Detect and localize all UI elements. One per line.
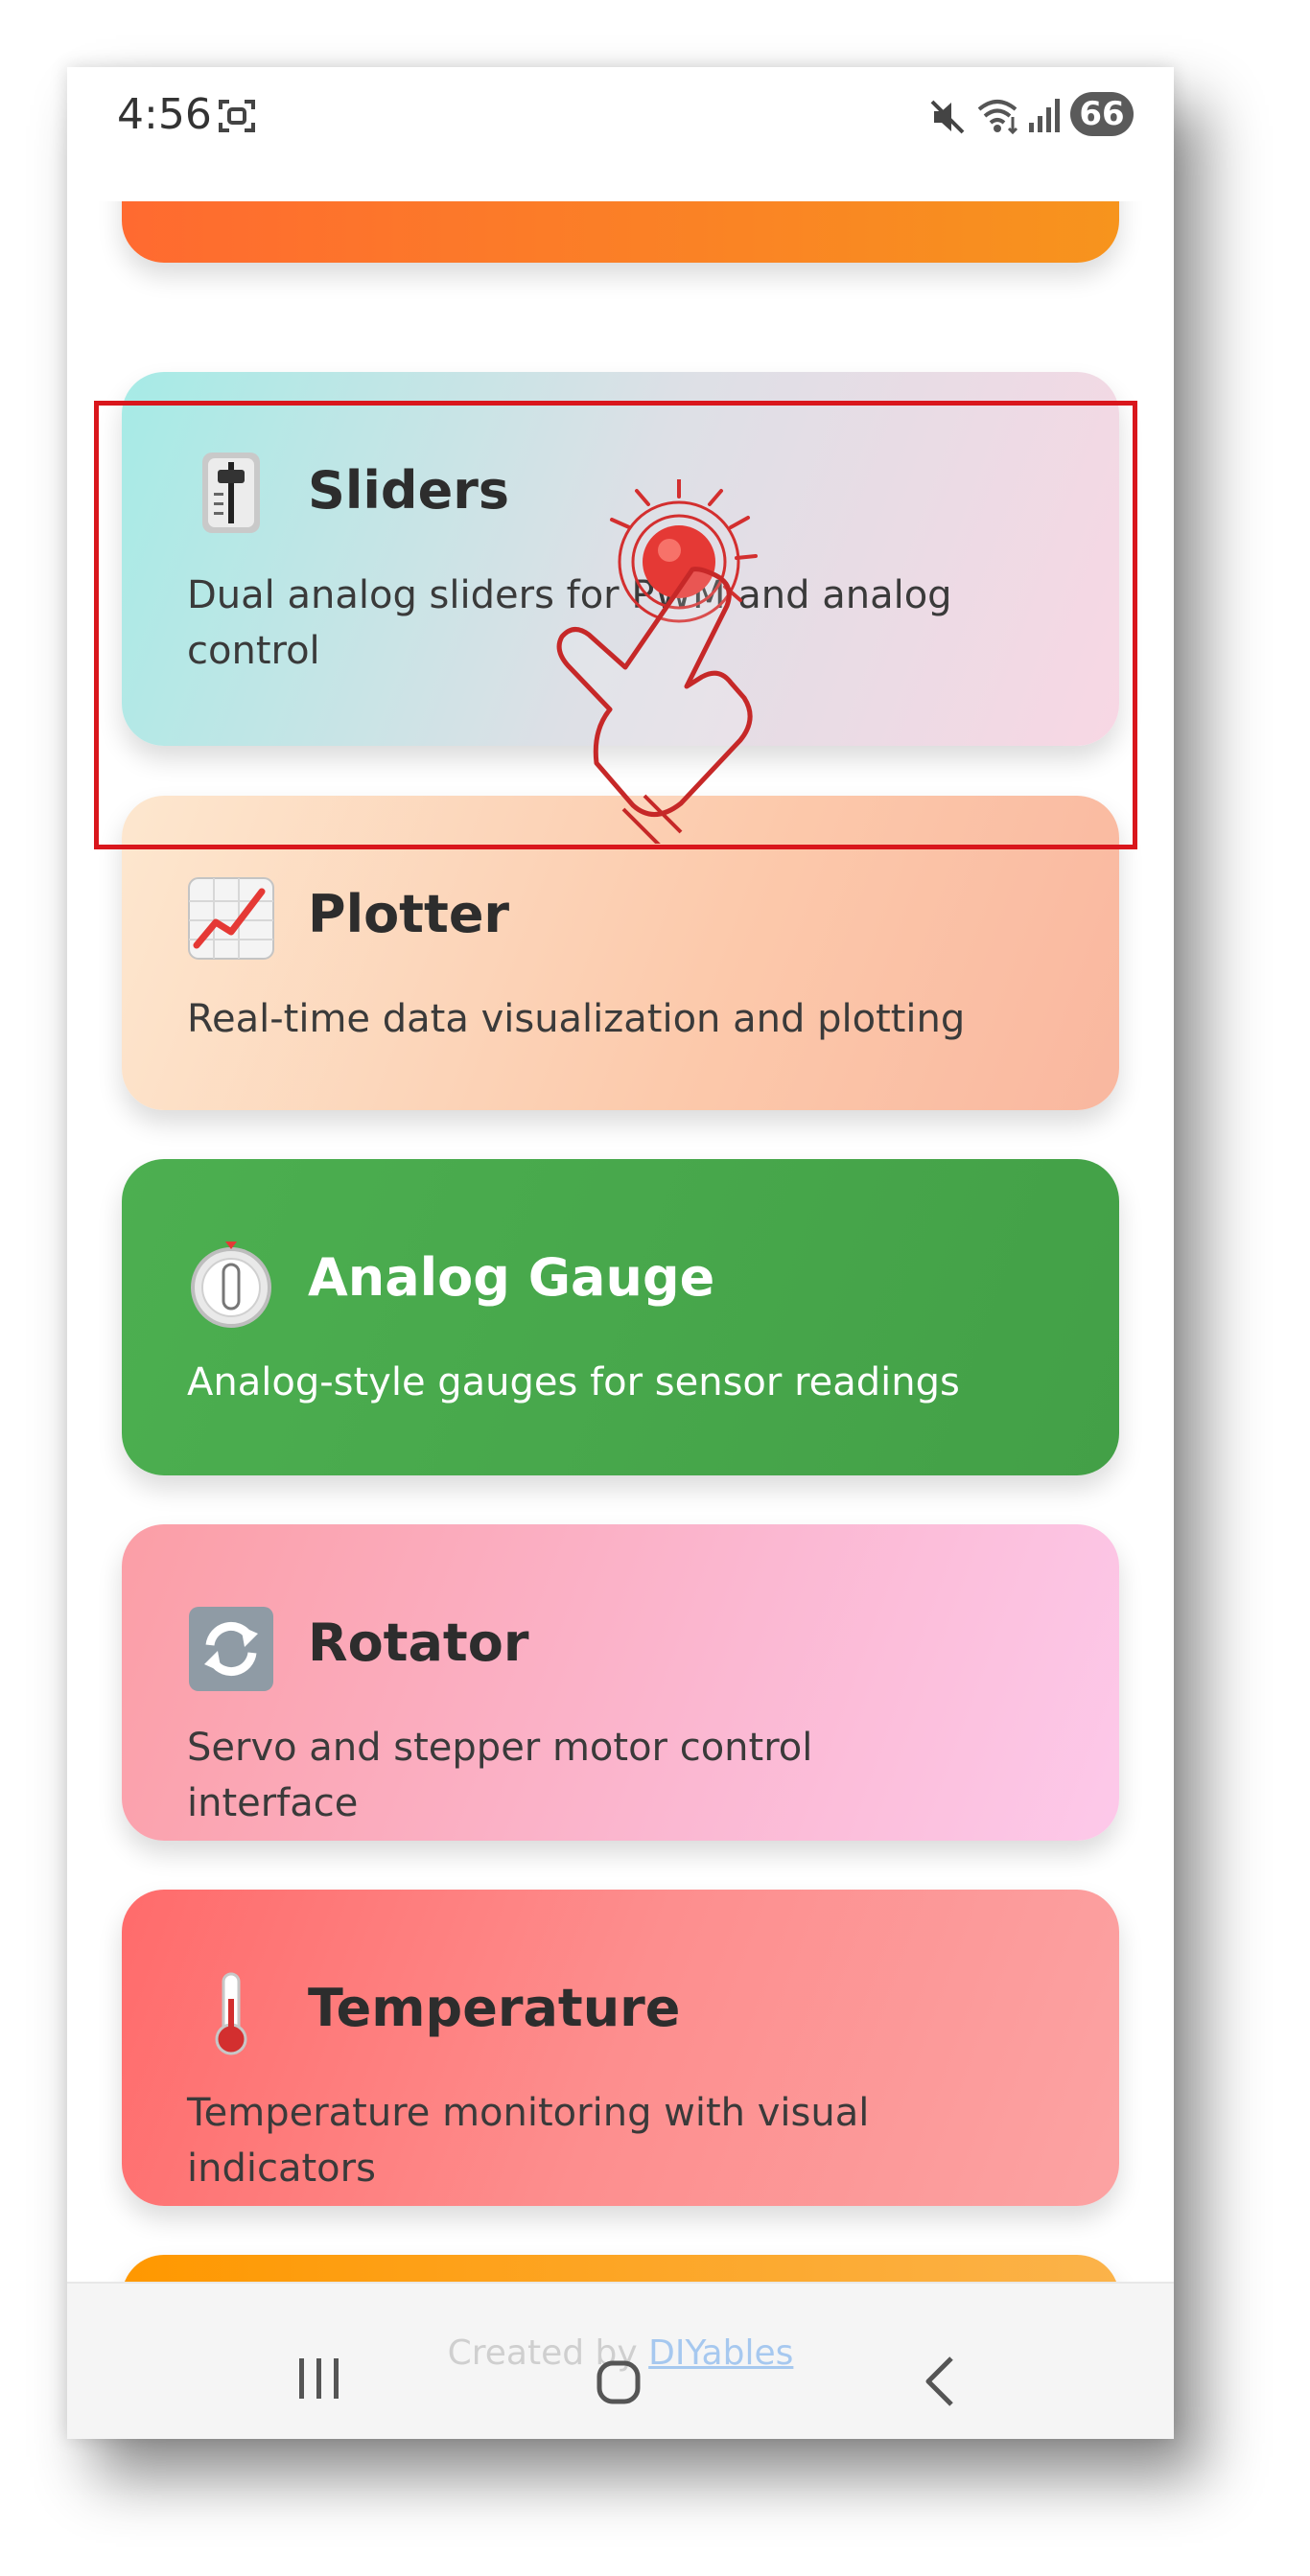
home-icon[interactable]: [597, 2360, 641, 2404]
tap-gesture-icon: [556, 479, 758, 844]
card-partial-top[interactable]: [122, 201, 1119, 263]
card-title: Analog Gauge: [308, 1247, 715, 1308]
footer-link-diyables[interactable]: DIYables: [648, 2333, 793, 2373]
phone-screen: 4:56 66 Sliders Dual analog sliders for …: [67, 67, 1174, 2439]
mute-icon: [930, 100, 965, 134]
card-title: Rotator: [308, 1613, 529, 1673]
signal-icon: [1029, 99, 1060, 132]
back-icon[interactable]: [921, 2355, 959, 2408]
recent-apps-icon[interactable]: [295, 2356, 343, 2401]
rotate-arrows-icon: [189, 1607, 273, 1691]
status-bar: 4:56 66: [67, 67, 1174, 201]
status-time: 4:56: [117, 90, 212, 139]
card-temperature[interactable]: Temperature Temperature monitoring with …: [122, 1890, 1119, 2206]
thermometer-icon: [215, 1972, 247, 2055]
card-analog-gauge[interactable]: Analog Gauge Analog-style gauges for sen…: [122, 1159, 1119, 1475]
feature-list[interactable]: Sliders Dual analog sliders for PWM and …: [67, 201, 1174, 2349]
card-title: Temperature: [308, 1978, 681, 2038]
card-description: Analog-style gauges for sensor readings: [187, 1360, 960, 1404]
battery-indicator: 66: [1070, 92, 1134, 136]
card-description: Servo and stepper motor control interfac…: [187, 1726, 813, 1825]
card-title: Plotter: [308, 884, 510, 944]
timer-clock-icon: [191, 1242, 271, 1328]
card-description: Temperature monitoring with visual indic…: [187, 2091, 870, 2191]
navigation-bar: Created by DIYables: [67, 2282, 1174, 2439]
wifi-icon: [977, 100, 1018, 134]
chart-increasing-icon: [188, 877, 274, 960]
screenshot-icon: [219, 100, 255, 132]
card-rotator[interactable]: Rotator Servo and stepper motor control …: [122, 1524, 1119, 1841]
card-description: Real-time data visualization and plottin…: [187, 997, 966, 1041]
